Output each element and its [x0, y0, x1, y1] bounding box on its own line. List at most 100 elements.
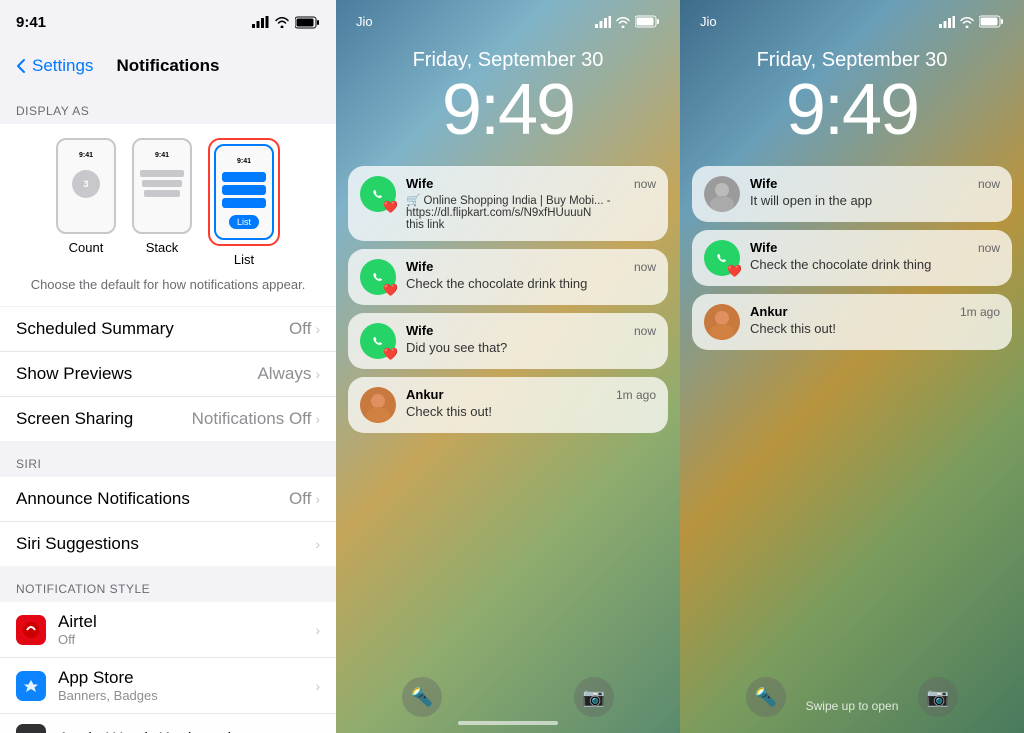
ls1-notif-wife-1[interactable]: ❤️ Wife now 🛒 Online Shopping India | Bu…	[348, 166, 668, 241]
ls1-notif-text-1: 🛒 Online Shopping India | Buy Mobi... -	[406, 193, 656, 207]
ls2-notif-name-1: Wife	[750, 176, 777, 191]
ls1-notif-ankur[interactable]: Ankur 1m ago Check this out!	[348, 377, 668, 433]
list-selected-border: 9:41 List	[208, 138, 280, 246]
siri-suggestions-row[interactable]: Siri Suggestions ›	[0, 522, 336, 566]
ls1-bottom-bar: 🔦 📷	[336, 677, 680, 717]
back-label: Settings	[32, 56, 93, 76]
announce-notifications-row[interactable]: Announce Notifications Off ›	[0, 477, 336, 522]
scheduled-summary-row[interactable]: Scheduled Summary Off ›	[0, 307, 336, 352]
ls2-date: Friday, September 30	[680, 49, 1024, 72]
ls1-notif-text-2: Check the chocolate drink thing	[406, 276, 656, 291]
airtel-row[interactable]: Airtel Off ›	[0, 602, 336, 658]
settings-panel: 9:41	[0, 0, 336, 733]
ls2-carrier: Jio	[700, 14, 717, 29]
ls2-battery-icon	[979, 15, 1004, 28]
ls1-camera-icon[interactable]: 📷	[574, 677, 614, 717]
airtel-name: Airtel	[58, 612, 315, 632]
display-option-stack[interactable]: 9:41 Stack	[132, 138, 192, 267]
ls1-notif-text-1b: https://dl.flipkart.com/s/N9xfHUuuuN	[406, 207, 656, 219]
show-previews-row[interactable]: Show Previews Always ›	[0, 352, 336, 397]
ls1-notif-text-1c: this link	[406, 219, 656, 231]
back-button[interactable]: Settings	[16, 56, 93, 76]
screen-sharing-row[interactable]: Screen Sharing Notifications Off ›	[0, 397, 336, 441]
ls2-heart-badge-2: ❤️	[727, 264, 742, 278]
apple-watch-keyboard-row[interactable]: Apple Watch Keyboard ›	[0, 714, 336, 733]
ls2-notif-name-2: Wife	[750, 240, 777, 255]
ls1-wifi-icon	[615, 16, 631, 28]
wifi-icon	[274, 16, 290, 28]
display-as-section: 9:41 3 Count 9:41	[0, 124, 336, 306]
screen-sharing-value: Notifications Off	[192, 409, 312, 429]
status-icons	[252, 16, 320, 29]
ls2-wifi-icon	[959, 16, 975, 28]
ls1-heart-badge-3: ❤️	[383, 347, 398, 361]
chevron-icon: ›	[315, 411, 320, 427]
ls1-date: Friday, September 30	[336, 49, 680, 72]
ls2-ankur-avatar	[704, 304, 740, 340]
stack-label: Stack	[146, 240, 179, 255]
page-title: Notifications	[117, 56, 220, 76]
notification-style-group: Airtel Off › App Store Banners, Badges ›	[0, 602, 336, 733]
ls1-carrier: Jio	[356, 14, 373, 29]
scheduled-summary-label: Scheduled Summary	[16, 319, 289, 339]
screen-sharing-label: Screen Sharing	[16, 409, 192, 429]
display-as-hint: Choose the default for how notifications…	[16, 277, 320, 292]
ls1-notif-wife-3[interactable]: ❤️ Wife now Did you see that?	[348, 313, 668, 369]
settings-rows-group: Scheduled Summary Off › Show Previews Al…	[0, 307, 336, 441]
scheduled-summary-value: Off	[289, 319, 311, 339]
ls2-notif-text-1: It will open in the app	[750, 193, 1000, 208]
ls2-notif-wife-2[interactable]: ❤️ Wife now Check the chocolate drink th…	[692, 230, 1012, 286]
settings-content: DISPLAY AS 9:41 3 Count 9:41	[0, 88, 336, 733]
ls2-notif-time-3: 1m ago	[960, 305, 1000, 319]
ls2-signal-icon	[939, 16, 955, 28]
ls2-notif-wife-1[interactable]: Wife now It will open in the app	[692, 166, 1012, 222]
ls2-swipe-text: Swipe up to open	[680, 699, 1024, 713]
list-mockup: 9:41 List	[214, 144, 274, 240]
announce-notifications-value: Off	[289, 489, 311, 509]
apple-watch-keyboard-name: Apple Watch Keyboard	[58, 729, 315, 733]
nav-bar: Settings Notifications	[0, 44, 336, 88]
ls1-time: 9:49	[336, 74, 680, 146]
lock-screen-1: Jio Fri	[336, 0, 680, 733]
ls1-notif-wife-2[interactable]: ❤️ Wife now Check the chocolate drink th…	[348, 249, 668, 305]
count-mockup: 9:41 3	[56, 138, 116, 234]
display-option-count[interactable]: 9:41 3 Count	[56, 138, 116, 267]
ls1-status-bar: Jio	[336, 0, 680, 29]
chevron-icon: ›	[315, 678, 320, 694]
ls1-status-icons	[595, 15, 660, 28]
apple-watch-keyboard-icon	[16, 724, 46, 733]
ls1-notif-time-2: now	[634, 260, 656, 274]
ls1-battery-icon	[635, 15, 660, 28]
ls1-notif-name-3: Wife	[406, 323, 433, 338]
ls1-notif-text-4: Check this out!	[406, 404, 656, 419]
ls1-notifications: ❤️ Wife now 🛒 Online Shopping India | Bu…	[348, 166, 668, 433]
ls1-notif-time-4: 1m ago	[616, 388, 656, 402]
signal-icon	[252, 16, 269, 28]
siri-section-header: SIRI	[0, 441, 336, 477]
ls2-time: 9:49	[680, 74, 1024, 146]
ls1-notif-time-3: now	[634, 324, 656, 338]
ls1-notif-name-1: Wife	[406, 176, 433, 191]
siri-suggestions-label: Siri Suggestions	[16, 534, 315, 554]
ls1-heart-badge-1: ❤️	[383, 200, 398, 214]
ls1-flashlight-icon[interactable]: 🔦	[402, 677, 442, 717]
ls1-signal-icon	[595, 16, 611, 28]
list-label: List	[234, 252, 254, 267]
app-store-row[interactable]: App Store Banners, Badges ›	[0, 658, 336, 714]
status-time: 9:41	[16, 14, 46, 31]
display-options: 9:41 3 Count 9:41	[16, 138, 320, 267]
stack-mockup: 9:41	[132, 138, 192, 234]
display-option-list[interactable]: 9:41 List List	[208, 138, 280, 267]
ls2-wa-avatar-1	[704, 176, 740, 212]
ls2-notif-ankur[interactable]: Ankur 1m ago Check this out!	[692, 294, 1012, 350]
count-label: Count	[69, 240, 104, 255]
ls1-home-indicator	[458, 721, 558, 725]
ls2-notif-text-3: Check this out!	[750, 321, 1000, 336]
airtel-sub: Off	[58, 632, 315, 647]
airtel-icon	[16, 615, 46, 645]
chevron-icon: ›	[315, 491, 320, 507]
ls1-heart-badge-2: ❤️	[383, 283, 398, 297]
siri-rows-group: Announce Notifications Off › Siri Sugges…	[0, 477, 336, 566]
ls1-ankur-avatar	[360, 387, 396, 423]
chevron-icon: ›	[315, 622, 320, 638]
